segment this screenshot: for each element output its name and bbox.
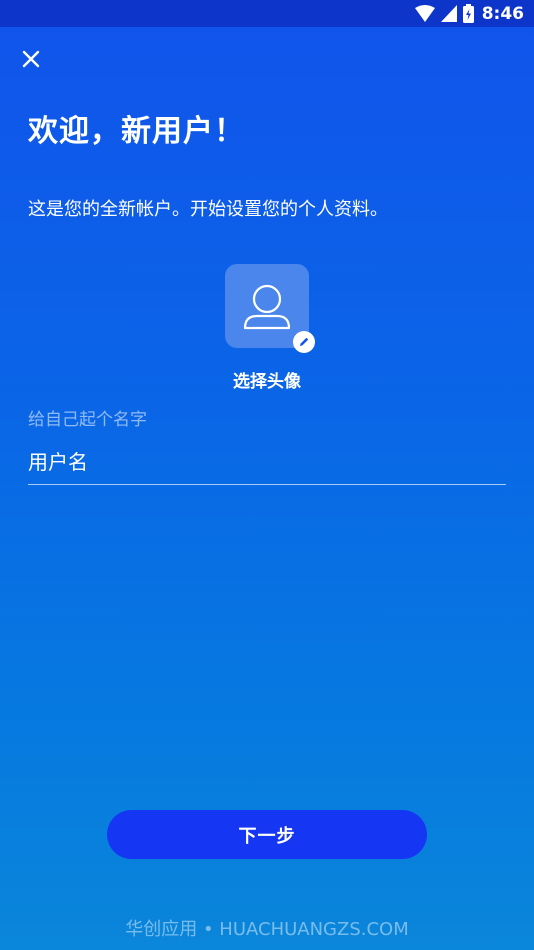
- close-button[interactable]: [14, 42, 48, 76]
- close-icon: [22, 50, 40, 68]
- status-bar: 8:46: [0, 0, 534, 27]
- status-time: 8:46: [481, 3, 524, 24]
- page-subtitle: 这是您的全新帐户。开始设置您的个人资料。: [28, 199, 388, 220]
- signal-icon: [440, 5, 457, 22]
- choose-avatar-label[interactable]: 选择头像: [0, 367, 534, 392]
- edit-avatar-badge[interactable]: [293, 331, 315, 353]
- username-input[interactable]: [28, 440, 506, 485]
- watermark: 华创应用 • HUACHUANGZS.COM: [125, 919, 409, 940]
- name-field-label: 给自己起个名字: [28, 410, 147, 430]
- wifi-icon: [414, 5, 435, 22]
- choose-avatar-button[interactable]: [225, 264, 315, 353]
- person-icon: [243, 284, 291, 330]
- battery-icon: [462, 4, 474, 23]
- page-title: 欢迎，新用户！: [28, 114, 245, 149]
- next-button[interactable]: 下一步: [107, 810, 427, 859]
- pencil-icon: [300, 337, 309, 346]
- status-icons: 8:46: [414, 3, 524, 24]
